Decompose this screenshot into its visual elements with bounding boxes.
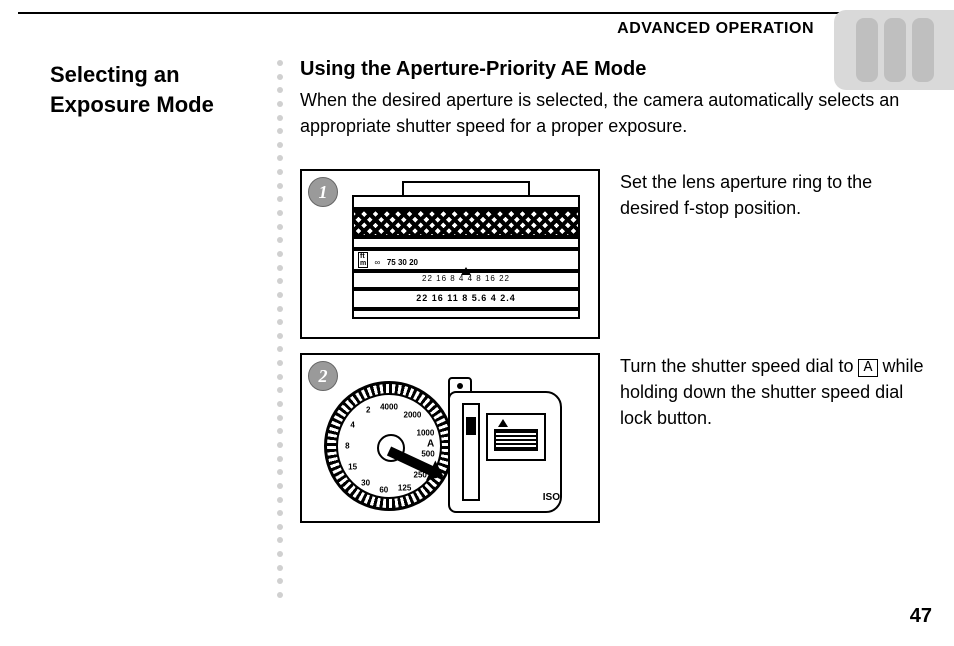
shutter-speed-dial: 4000 2000 1000 500 250 125 60 30 15 8 4 … bbox=[324, 381, 454, 511]
step-1-text: Set the lens aperture ring to the desire… bbox=[620, 169, 924, 339]
figure-shutter-dial: 2 4000 2000 1000 500 250 125 60 bbox=[300, 353, 600, 523]
step-row: 1 ft m ∞ 75 30 20 bbox=[300, 169, 924, 339]
subsection-heading: Using the Aperture-Priority AE Mode bbox=[300, 58, 924, 81]
a-mode-symbol: A bbox=[858, 359, 877, 377]
top-rule bbox=[18, 12, 936, 14]
aperture-ring-scale: 22 16 11 8 5.6 4 2.4 bbox=[352, 289, 580, 309]
manual-page: ADVANCED OPERATION Selecting an Exposure… bbox=[0, 0, 954, 646]
focus-ring-grip bbox=[352, 209, 580, 237]
title-line-2: Exposure Mode bbox=[50, 92, 214, 117]
intro-paragraph: When the desired aperture is selected, t… bbox=[300, 87, 924, 139]
step-row: 2 4000 2000 1000 500 250 125 60 bbox=[300, 353, 924, 523]
title-line-1: Selecting an bbox=[50, 62, 180, 87]
page-number: 47 bbox=[910, 605, 932, 628]
left-column-title: Selecting an Exposure Mode bbox=[50, 60, 260, 119]
step-badge-2: 2 bbox=[308, 361, 338, 391]
camera-top-illustration: 4000 2000 1000 500 250 125 60 30 15 8 4 … bbox=[310, 363, 590, 513]
lens-illustration: ft m ∞ 75 30 20 20 10 7 22 16 8 4 4 8 16… bbox=[352, 181, 580, 325]
index-mark-icon bbox=[461, 267, 471, 275]
figure-lens-aperture: 1 ft m ∞ 75 30 20 bbox=[300, 169, 600, 339]
main-column: Using the Aperture-Priority AE Mode When… bbox=[300, 58, 924, 537]
step-badge-1: 1 bbox=[308, 177, 338, 207]
column-divider-dots bbox=[275, 60, 285, 598]
section-header: ADVANCED OPERATION bbox=[617, 20, 814, 38]
steps-list: 1 ft m ∞ 75 30 20 bbox=[300, 169, 924, 523]
iso-label: ISO bbox=[543, 492, 560, 503]
step-2-text: Turn the shutter speed dial to A while h… bbox=[620, 353, 924, 523]
